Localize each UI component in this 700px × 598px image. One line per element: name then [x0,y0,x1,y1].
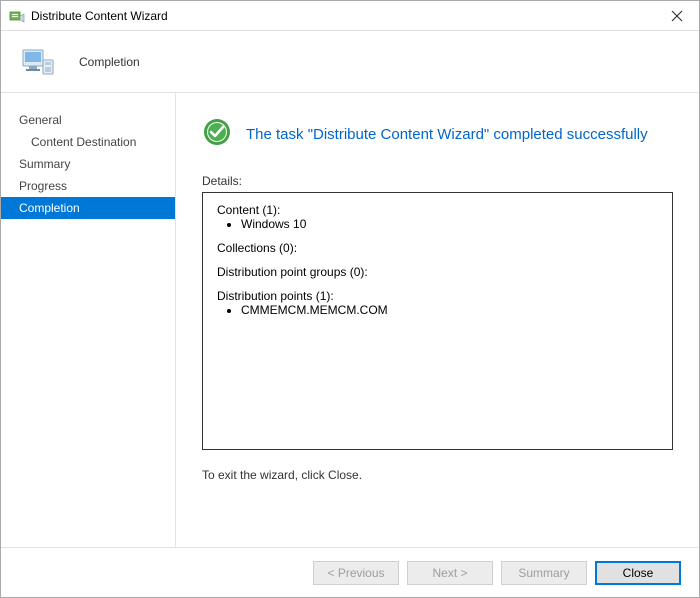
body: General Content Destination Summary Prog… [1,93,699,547]
sidebar-item-general[interactable]: General [1,109,175,131]
sidebar-item-progress[interactable]: Progress [1,175,175,197]
details-box: Content (1):Windows 10 Collections (0): Di… [202,192,673,450]
details-group-title: Content (1): [217,203,658,217]
success-icon [202,117,232,152]
close-window-button[interactable] [654,1,699,31]
previous-button: < Previous [313,561,399,585]
status-row: The task "Distribute Content Wizard" com… [202,117,673,152]
footer-note: To exit the wizard, click Close. [202,468,673,482]
details-group: Content (1):Windows 10 [217,203,658,231]
sidebar: General Content Destination Summary Prog… [1,93,176,547]
details-group: Collections (0): [217,241,658,255]
banner-title: Completion [79,55,140,69]
details-group: Distribution points (1):CMMEMCM.MEMCM.CO… [217,289,658,317]
banner: Completion [1,31,699,93]
summary-button: Summary [501,561,587,585]
window-title: Distribute Content Wizard [31,9,654,23]
close-icon [671,10,683,22]
details-label: Details: [202,174,673,188]
button-bar: < Previous Next > Summary Close [1,547,699,597]
app-icon [9,8,25,24]
sidebar-item-completion[interactable]: Completion [1,197,175,219]
details-group-list: CMMEMCM.MEMCM.COM [217,303,658,317]
close-button[interactable]: Close [595,561,681,585]
title-bar: Distribute Content Wizard [1,1,699,31]
details-group-item: CMMEMCM.MEMCM.COM [241,303,658,317]
sidebar-item-content-destination[interactable]: Content Destination [1,131,175,153]
details-group: Distribution point groups (0): [217,265,658,279]
details-group-list: Windows 10 [217,217,658,231]
content-panel: The task "Distribute Content Wizard" com… [176,93,699,547]
details-group-title: Distribution points (1): [217,289,658,303]
status-message: The task "Distribute Content Wizard" com… [246,126,648,143]
details-group-title: Distribution point groups (0): [217,265,658,279]
sidebar-item-summary[interactable]: Summary [1,153,175,175]
next-button: Next > [407,561,493,585]
details-group-title: Collections (0): [217,241,658,255]
wizard-icon [19,42,59,82]
details-group-item: Windows 10 [241,217,658,231]
